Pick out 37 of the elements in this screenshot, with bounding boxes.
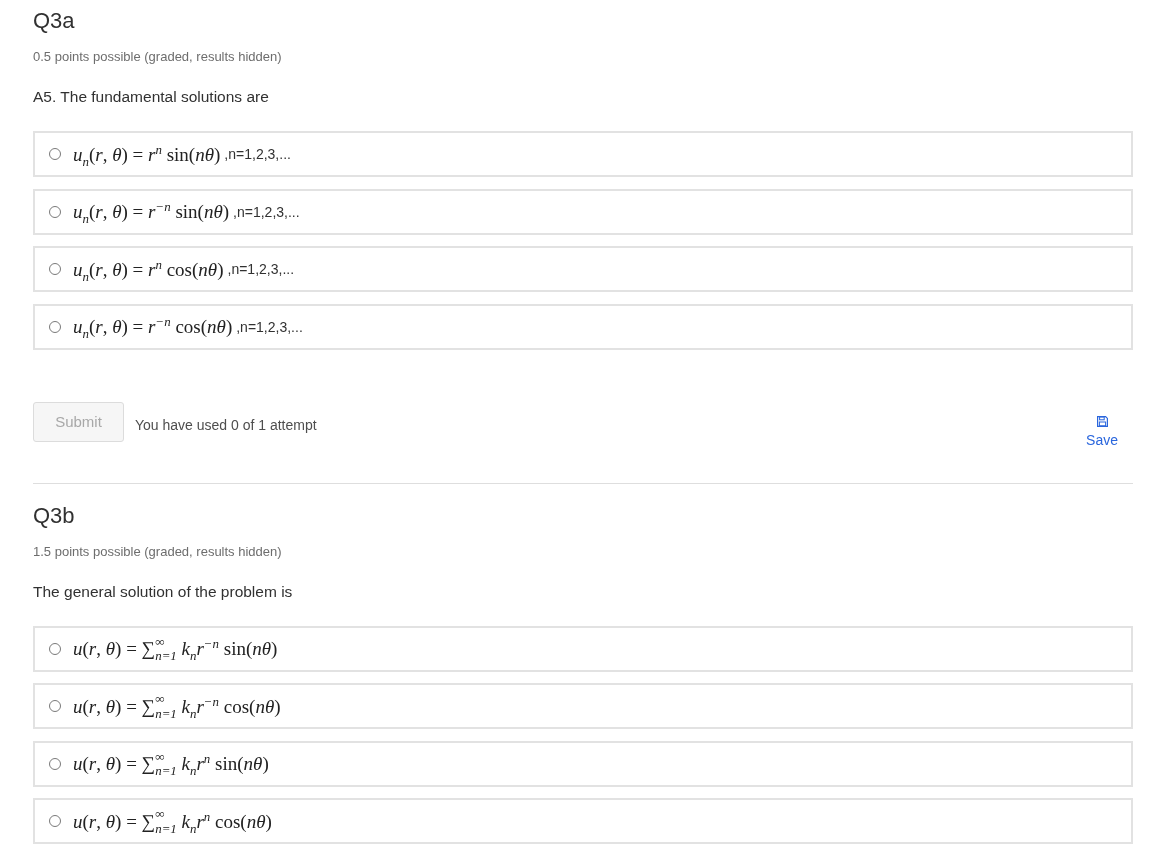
formula-text: u(r, θ) = ∑$^{∞}$$_{n=1}$ k$_{n}$r$^{−n}$ cos(nθ) [73,696,281,716]
option-note: ,n=1,2,3,... [233,203,300,220]
attempts-text: You have used 0 of 1 attempt [135,416,317,433]
formula-text: u(r, θ) = ∑$^{∞}$$_{n=1}$ k$_{n}$r$^{n}$ cos(nθ) [73,811,272,831]
formula-text: u(r, θ) = ∑$^{∞}$$_{n=1}$ k$_{n}$r$^{−n}$ sin(nθ) [73,639,278,658]
answer-option[interactable]: u$_{n}$(r, θ) = r$^{n}$ cos(nθ) ,n=1,2,3,... [33,246,1133,292]
formula-text: u$_{n}$(r, θ) = r$^{n}$ sin(nθ) [73,144,221,164]
radio-button[interactable] [49,148,61,160]
radio-button[interactable] [49,205,61,218]
formula-text: u$_{n}$(r, θ) = r$^{−n}$ sin(nθ) [73,202,230,221]
question-text: A5. The fundamental solutions are [33,87,270,107]
save-icon [1096,415,1108,427]
answer-option[interactable]: u$_{n}$(r, θ) = r$^{−n}$ cos(nθ) ,n=1,2,3,... [33,303,1133,350]
points-text: 1.5 points possible (graded, results hidden) [33,542,283,561]
save-button[interactable]: Save [1086,415,1118,448]
formula-text: u(r, θ) = ∑$^{∞}$$_{n=1}$ k$_{n}$r$^{n}$ sin(nθ) [73,754,269,773]
answer-option[interactable]: u(r, θ) = ∑$^{∞}$$_{n=1}$ k$_{n}$r$^{n}$ sin(nθ) [33,740,1133,787]
option-note: ,n=1,2,3,... [236,318,303,335]
radio-button[interactable] [49,642,61,655]
answer-option[interactable]: u$_{n}$(r, θ) = r$^{n}$ sin(nθ) ,n=1,2,3,... [33,131,1133,177]
answer-option[interactable]: u(r, θ) = ∑$^{∞}$$_{n=1}$ k$_{n}$r$^{−n}$ cos(nθ) [33,683,1133,729]
option-note: ,n=1,2,3,... [227,261,295,277]
problem-title: Q3a [33,8,76,34]
answer-option[interactable]: u(r, θ) = ∑$^{∞}$$_{n=1}$ k$_{n}$r$^{n}$ cos(nθ) [33,798,1133,844]
answer-option[interactable]: u(r, θ) = ∑$^{∞}$$_{n=1}$ k$_{n}$r$^{−n}$ sin(nθ) [33,625,1133,672]
radio-button[interactable] [49,320,61,333]
radio-button[interactable] [49,757,61,770]
formula-text: u$_{n}$(r, θ) = r$^{−n}$ cos(nθ) [73,317,233,336]
option-note: ,n=1,2,3,... [224,146,291,162]
question-text: The general solution of the problem is [33,581,294,602]
radio-button[interactable] [49,815,61,827]
radio-button[interactable] [49,700,61,712]
radio-button[interactable] [49,263,61,275]
points-text: 0.5 points possible (graded, results hidden) [33,48,283,66]
problem-title: Q3b [33,502,76,529]
formula-text: u$_{n}$(r, θ) = r$^{n}$ cos(nθ) [73,259,224,279]
answer-option[interactable]: u$_{n}$(r, θ) = r$^{−n}$ sin(nθ) ,n=1,2,3,... [33,188,1133,235]
